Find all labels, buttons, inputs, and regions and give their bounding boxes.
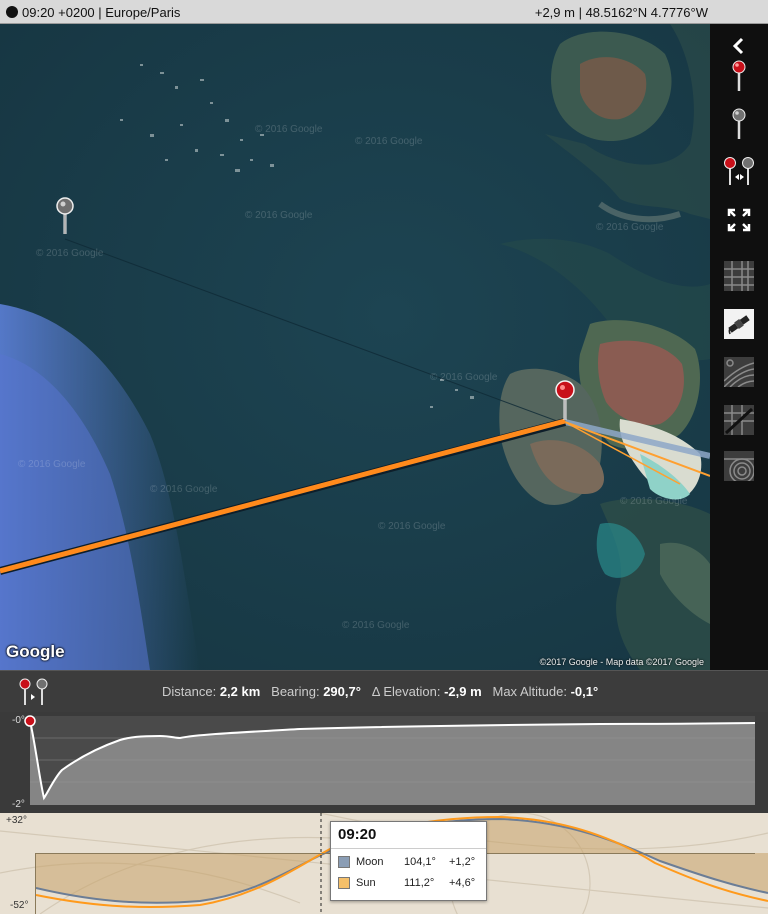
sun-moon-tooltip: 09:20 Moon 104,1° +1,2° Sun 111,2° +4,6° — [330, 821, 487, 901]
sun-moon-chart[interactable]: +32° -52° 09:20 Moon 104,1° +1,2° Sun 11… — [0, 813, 768, 914]
map-watermark: © 2016 Google — [18, 459, 86, 470]
record-dot-icon — [6, 6, 18, 18]
map-watermark: © 2016 Google — [430, 372, 498, 383]
profile-y-top-label: -0° — [12, 715, 25, 726]
tooltip-sun-row: Sun 111,2° +4,6° — [338, 876, 483, 892]
map-imagery — [0, 24, 710, 670]
red-pin-icon[interactable] — [720, 56, 758, 96]
satellite-layer-icon[interactable] — [720, 304, 758, 344]
map-watermark: © 2016 Google — [245, 210, 313, 221]
route-info-bar: Distance: 2,2 km Bearing: 290,7° Δ Eleva… — [0, 670, 768, 712]
map-watermark: © 2016 Google — [620, 496, 688, 507]
right-toolbar — [710, 24, 768, 670]
elevation-profile[interactable]: -0° -2° — [0, 712, 768, 813]
elevation-profile-graph — [24, 715, 756, 805]
sunmoon-y-bottom-label: -52° — [10, 900, 29, 911]
hybrid-layer-icon[interactable] — [720, 400, 758, 440]
map-watermark: © 2016 Google — [355, 136, 423, 147]
distance-label: Distance: — [162, 684, 217, 699]
elevation-coords-text: +2,9 m | 48.5162°N 4.7776°W — [534, 5, 708, 20]
sun-altitude: +4,6° — [449, 877, 476, 889]
satellite-map[interactable]: © 2016 Google © 2016 Google © 2016 Googl… — [0, 24, 710, 670]
map-watermark: © 2016 Google — [342, 620, 410, 631]
map-watermark: © 2016 Google — [378, 521, 446, 532]
tooltip-time: 09:20 — [338, 826, 377, 843]
profile-y-bottom-label: -2° — [12, 799, 25, 810]
distance-value: 2,2 km — [219, 684, 261, 699]
elevation-label: Δ Elevation: — [371, 684, 441, 699]
moon-swatch — [338, 856, 350, 868]
moon-azimuth: 104,1° — [404, 856, 436, 868]
map-watermark: © 2016 Google — [255, 124, 323, 135]
elevation-value: -2,9 m — [444, 684, 482, 699]
bearing-label: Bearing: — [271, 684, 320, 699]
map-watermark: © 2016 Google — [36, 248, 104, 259]
sun-name: Sun — [356, 877, 376, 889]
sun-swatch — [338, 877, 350, 889]
bearing-value: 290,7° — [323, 684, 361, 699]
status-bar: 09:20 +0200 | Europe/Paris +2,9 m | 48.5… — [0, 0, 768, 24]
max-altitude-value: -0,1° — [570, 684, 599, 699]
moon-name: Moon — [356, 856, 384, 868]
max-altitude-label: Max Altitude: — [492, 684, 567, 699]
relief-layer-icon[interactable] — [720, 446, 758, 486]
tooltip-divider — [331, 848, 486, 849]
sun-azimuth: 111,2° — [404, 877, 435, 889]
map-grid-layer-icon[interactable] — [720, 256, 758, 296]
map-watermark: © 2016 Google — [150, 484, 218, 495]
pin-pair-swap-icon[interactable] — [720, 152, 758, 192]
route-stats: Distance: 2,2 km Bearing: 290,7° Δ Eleva… — [162, 684, 598, 699]
google-logo: Google — [6, 642, 65, 661]
map-attribution[interactable]: ©2017 Google - Map data ©2017 Google — [540, 657, 704, 667]
fullscreen-icon[interactable] — [720, 200, 758, 240]
tooltip-moon-row: Moon 104,1° +1,2° — [338, 855, 483, 871]
terrain-layer-icon[interactable] — [720, 352, 758, 392]
pin-pair-icon[interactable] — [18, 677, 50, 710]
map-watermark: © 2016 Google — [596, 222, 664, 233]
time-zone-text: 09:20 +0200 | Europe/Paris — [22, 5, 181, 20]
sunmoon-y-top-label: +32° — [6, 815, 27, 826]
grey-pin-icon[interactable] — [720, 104, 758, 144]
moon-altitude: +1,2° — [449, 856, 476, 868]
